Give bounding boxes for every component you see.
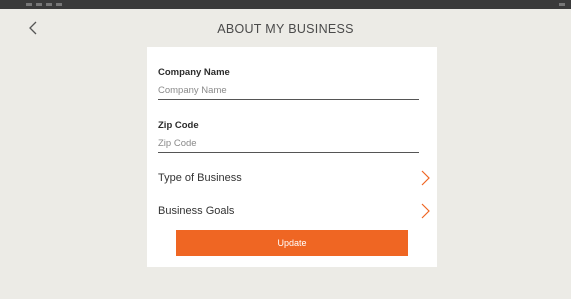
business-goals-row[interactable]: Business Goals [158,200,430,222]
business-goals-label: Business Goals [158,205,235,217]
chevron-right-icon [420,170,430,186]
business-form-card: Company Name Zip Code Type of Business B… [147,47,437,267]
page-title: ABOUT MY BUSINESS [217,22,354,36]
status-indicator-right [559,3,565,6]
company-name-label: Company Name [158,67,230,78]
chevron-right-icon [420,203,430,219]
update-button[interactable]: Update [176,230,408,256]
type-of-business-label: Type of Business [158,172,242,184]
company-name-input[interactable] [158,82,419,100]
status-indicators [26,3,66,6]
navigation-bar: ABOUT MY BUSINESS [0,9,571,47]
zip-code-label: Zip Code [158,120,199,131]
type-of-business-row[interactable]: Type of Business [158,167,430,189]
status-bar [0,0,571,9]
zip-code-input[interactable] [158,135,419,153]
